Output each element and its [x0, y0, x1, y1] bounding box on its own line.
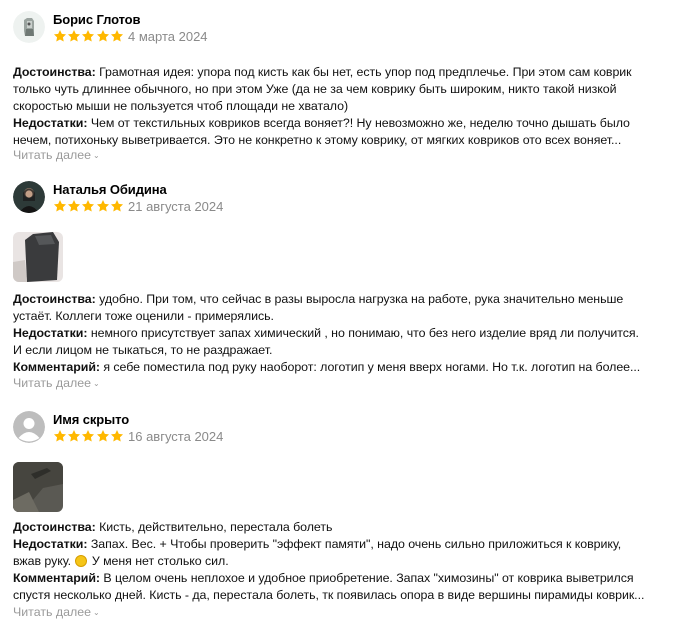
star-icon [82, 200, 95, 212]
cons-label: Недостатки: [13, 537, 88, 551]
review-header: Борис Глотов 4 марта 2024 [0, 11, 684, 51]
cons-text: немного присутствует запах химический , … [87, 326, 639, 340]
review-line: Достоинства: удобно. При том, что сейчас… [13, 291, 663, 308]
review-line: Достоинства: Кисть, действительно, перес… [13, 519, 663, 536]
review-line: И если лицом не тыкаться, то не раздража… [13, 342, 663, 359]
smiling-face-emoji-icon [75, 555, 88, 567]
chevron-down-icon: ⌄ [93, 379, 100, 388]
review-line: нечем, потихоньку выветривается. Это не … [13, 132, 663, 149]
review-photo-thumbnail[interactable] [13, 232, 63, 282]
review-header: Имя скрыто 16 августа 2024 [0, 411, 684, 451]
review-date: 16 августа 2024 [128, 429, 224, 444]
chevron-down-icon: ⌄ [93, 151, 100, 160]
comment-text: спустя несколько дней. Кисть - да, перес… [13, 588, 645, 602]
pros-label: Достоинства: [13, 292, 96, 306]
rating-stars [53, 29, 124, 43]
read-more-label: Читать далее [13, 605, 92, 619]
star-icon [68, 430, 81, 442]
review-line: только чуть длиннее обычного, но при это… [13, 81, 663, 98]
pros-text: Грамотная идея: упора под кисть как бы н… [95, 65, 632, 79]
star-icon [110, 30, 123, 42]
star-icon [110, 430, 123, 442]
star-icon [96, 200, 109, 212]
review-line: Достоинства: Грамотная идея: упора под к… [13, 64, 663, 81]
cons-text: Чем от текстильных ковриков всегда воняе… [87, 116, 630, 130]
review-header: Наталья Обидина 21 августа 2024 [0, 181, 684, 221]
star-icon [53, 200, 67, 212]
pros-label: Достоинства: [13, 520, 96, 534]
review-line: вжав руку. У меня нет столько сил. [13, 553, 663, 570]
chevron-down-icon: ⌄ [93, 608, 100, 617]
star-icon [53, 30, 67, 42]
review-text: Достоинства: Кисть, действительно, перес… [13, 519, 663, 604]
read-more-label: Читать далее [13, 376, 92, 390]
review-card: Наталья Обидина 21 августа 2024 Достоинс… [0, 181, 684, 390]
comment-label: Комментарий: [13, 360, 100, 374]
star-icon [110, 200, 123, 212]
user-avatar-photo-icon[interactable] [13, 181, 45, 213]
star-icon [82, 30, 95, 42]
review-line: Комментарий: В целом очень неплохое и уд… [13, 570, 663, 587]
review-author[interactable]: Имя скрыто [53, 412, 129, 427]
review-line: Недостатки: немного присутствует запах х… [13, 325, 663, 342]
review-line: спустя несколько дней. Кисть - да, перес… [13, 587, 663, 604]
pros-text: Кисть, действительно, перестала болеть [95, 520, 333, 534]
review-text: Достоинства: Грамотная идея: упора под к… [13, 64, 663, 149]
star-icon [82, 430, 95, 442]
rating-stars [53, 429, 124, 443]
review-line: скоростью мыши не пользуется чтоб площад… [13, 98, 663, 115]
user-avatar-figure-icon[interactable] [13, 11, 45, 43]
read-more-label: Читать далее [13, 148, 92, 162]
comment-text: я себе поместила под руку наоборот: лого… [99, 360, 641, 374]
star-icon [68, 200, 81, 212]
review-card: Имя скрыто 16 августа 2024 Достоинства: … [0, 411, 684, 619]
cons-text: У меня нет столько сил. [88, 554, 229, 568]
comment-text: В целом очень неплохое и удобное приобре… [99, 571, 634, 585]
review-line: устаёт. Коллеги тоже оценили - примеряли… [13, 308, 663, 325]
review-line: Комментарий: я себе поместила под руку н… [13, 359, 663, 376]
cons-text: Запах. Вес. + Чтобы проверить "эффект па… [87, 537, 622, 551]
pros-text: скоростью мыши не пользуется чтоб площад… [13, 99, 349, 113]
pros-label: Достоинства: [13, 65, 96, 79]
review-card: Борис Глотов 4 марта 2024 Достоинства: Г… [0, 11, 684, 162]
star-icon [68, 30, 81, 42]
star-icon [96, 430, 109, 442]
cons-label: Недостатки: [13, 326, 88, 340]
comment-label: Комментарий: [13, 571, 100, 585]
review-text: Достоинства: удобно. При том, что сейчас… [13, 291, 663, 376]
cons-text: нечем, потихоньку выветривается. Это не … [13, 133, 622, 147]
star-icon [53, 430, 67, 442]
review-author[interactable]: Наталья Обидина [53, 182, 167, 197]
pros-text: только чуть длиннее обычного, но при это… [13, 82, 617, 96]
read-more-link[interactable]: Читать далее ⌄ [13, 148, 100, 162]
read-more-link[interactable]: Читать далее ⌄ [13, 605, 100, 619]
review-date: 21 августа 2024 [128, 199, 224, 214]
rating-stars [53, 199, 124, 213]
read-more-link[interactable]: Читать далее ⌄ [13, 376, 100, 390]
cons-text: И если лицом не тыкаться, то не раздража… [13, 343, 273, 357]
pros-text: устаёт. Коллеги тоже оценили - примеряли… [13, 309, 274, 323]
cons-text: вжав руку. [13, 554, 72, 568]
cons-label: Недостатки: [13, 116, 88, 130]
pros-text: удобно. При том, что сейчас в разы вырос… [95, 292, 624, 306]
review-photo-thumbnail[interactable] [13, 462, 63, 512]
anonymous-user-icon[interactable] [13, 411, 45, 443]
review-line: Недостатки: Чем от текстильных ковриков … [13, 115, 663, 132]
review-date: 4 марта 2024 [128, 29, 208, 44]
star-icon [96, 30, 109, 42]
review-author[interactable]: Борис Глотов [53, 12, 141, 27]
review-line: Недостатки: Запах. Вес. + Чтобы проверит… [13, 536, 663, 553]
